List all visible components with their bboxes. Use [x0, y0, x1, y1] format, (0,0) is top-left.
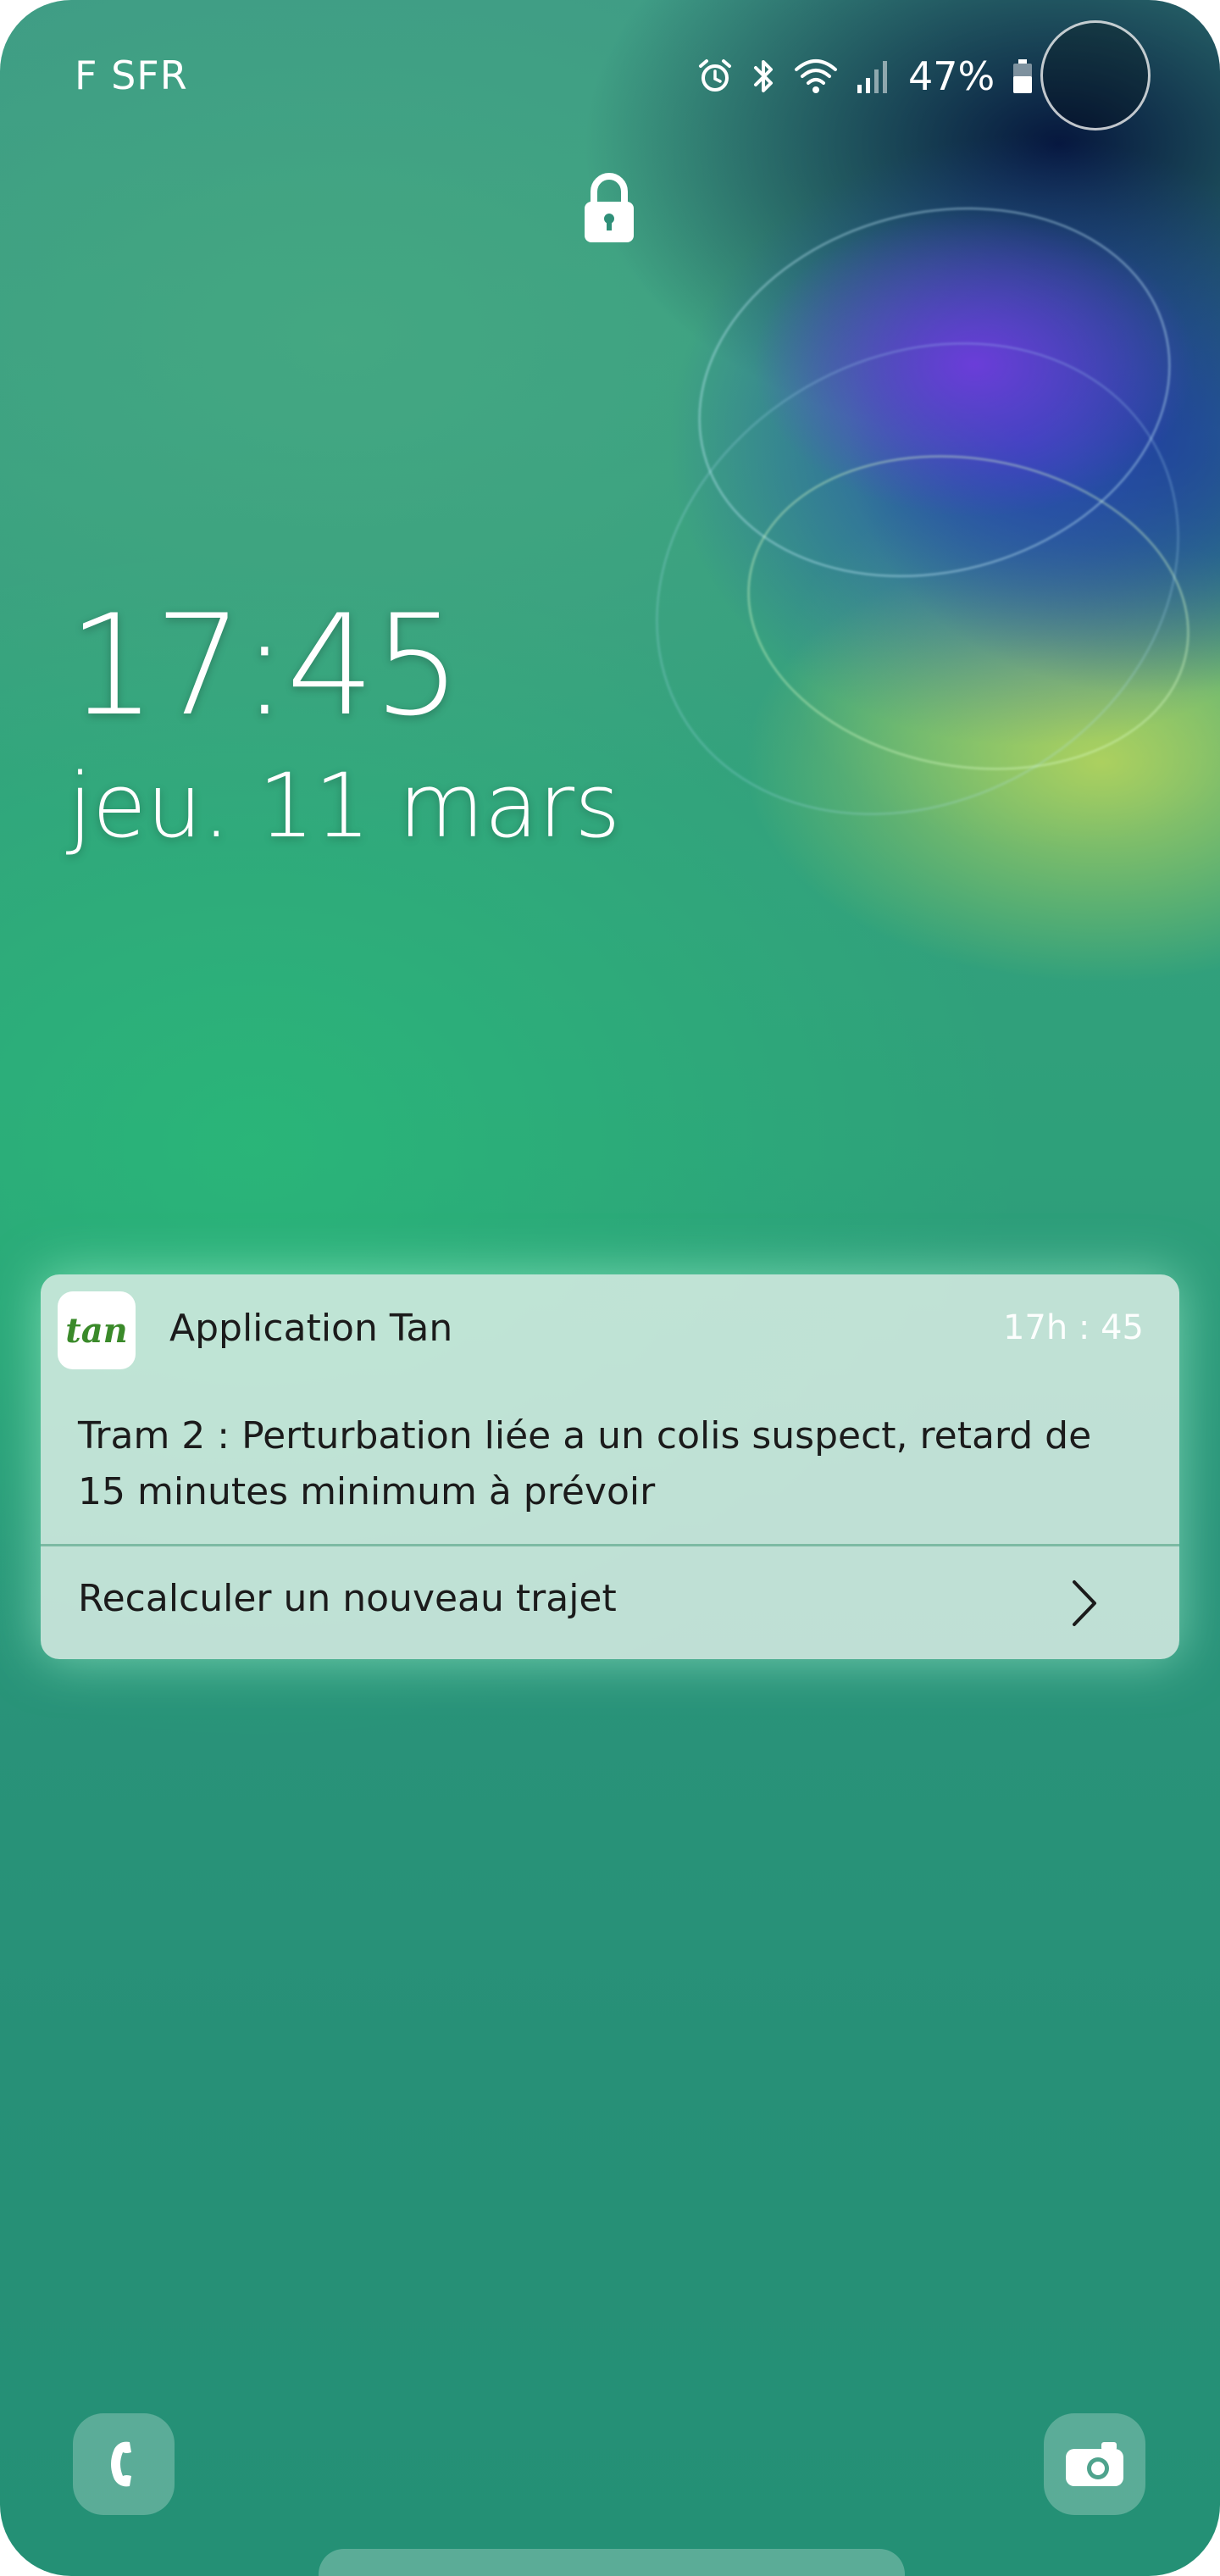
status-bar: F SFR 47% — [0, 0, 1220, 136]
clock-date: jeu. 11 mars — [68, 754, 621, 858]
phone-icon — [111, 2441, 131, 2487]
notification-card[interactable]: tan Application Tan 17h : 45 Tram 2 : Pe… — [41, 1274, 1179, 1659]
unlock-handle[interactable] — [319, 2549, 905, 2576]
lock-screen: F SFR 47% 17:45 jeu. 11 mars tan Applica… — [0, 0, 1220, 2576]
chevron-right-icon — [1073, 1580, 1096, 1626]
clock-time: 17:45 — [68, 585, 462, 747]
battery-percent: 47% — [908, 53, 995, 99]
app-icon-tan: tan — [58, 1291, 136, 1369]
status-icons: 47% — [696, 51, 1034, 102]
notification-app-name: Application Tan — [169, 1307, 453, 1350]
signal-icon — [857, 61, 887, 93]
alarm-icon — [699, 59, 731, 92]
app-icon-logo-text: tan — [65, 1310, 128, 1351]
notification-body: Tram 2 : Perturbation liée a un colis su… — [78, 1414, 1092, 1513]
battery-icon — [1013, 59, 1033, 93]
phone-shortcut-button[interactable] — [73, 2413, 175, 2515]
notification-action-button[interactable]: Recalculer un nouveau trajet — [41, 1546, 1179, 1659]
bluetooth-icon — [754, 60, 773, 92]
front-camera-cutout — [1040, 20, 1151, 130]
wifi-icon — [795, 59, 837, 93]
camera-icon — [1066, 2442, 1123, 2486]
notification-action-label: Recalculer un nouveau trajet — [78, 1577, 617, 1620]
lock-icon — [585, 173, 634, 242]
notification-time: 17h : 45 — [1002, 1308, 1144, 1347]
carrier-name: F SFR — [75, 53, 188, 98]
camera-shortcut-button[interactable] — [1044, 2413, 1145, 2515]
